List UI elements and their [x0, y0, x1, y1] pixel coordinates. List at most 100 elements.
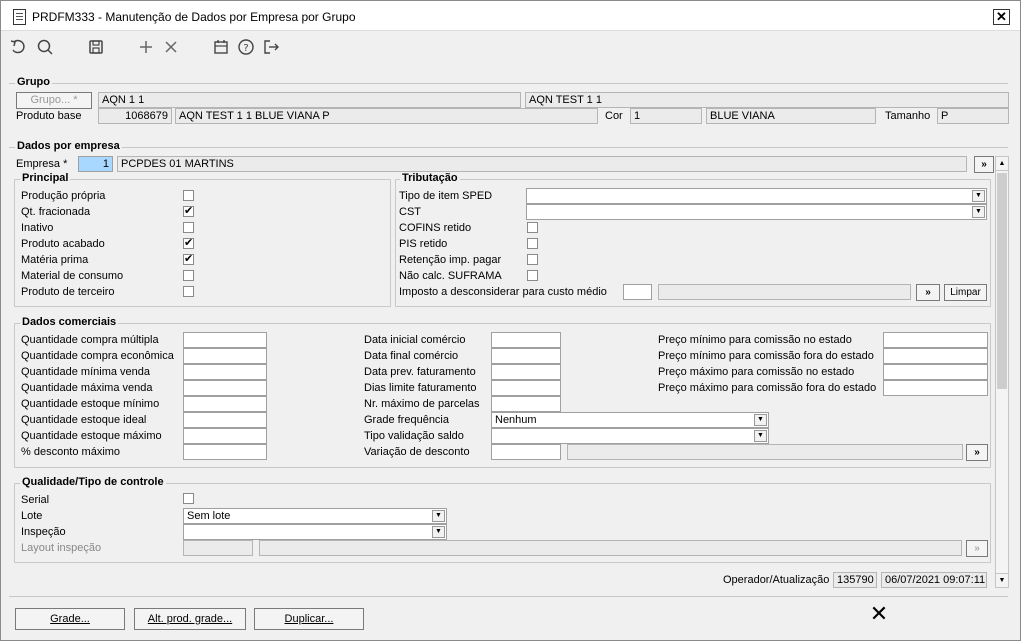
- principal-item-checkbox[interactable]: [183, 286, 194, 297]
- tipo-item-sped-select[interactable]: ▼: [526, 188, 987, 204]
- comerciais-label: Quantidade estoque máximo: [21, 430, 162, 442]
- layout-inspecao-nav-button[interactable]: »: [966, 540, 988, 557]
- cancel-icon[interactable]: ✕: [867, 602, 891, 626]
- empresa-label: Empresa *: [16, 158, 68, 170]
- duplicar-button[interactable]: Duplicar...: [254, 608, 364, 630]
- comerciais-input[interactable]: [183, 380, 267, 396]
- vertical-scrollbar[interactable]: ▲ ▼: [995, 156, 1009, 588]
- grade-button-label: Grade...: [50, 613, 90, 625]
- serial-checkbox[interactable]: [183, 493, 194, 504]
- empresa-nav-button[interactable]: »: [974, 156, 994, 173]
- save-icon[interactable]: [87, 38, 105, 56]
- cor-code-field: 1: [630, 108, 702, 124]
- principal-item-label: Inativo: [21, 222, 54, 234]
- variacao-desconto-desc-field: [567, 444, 963, 460]
- principal-item-label: Produto de terceiro: [21, 286, 115, 298]
- chevron-down-icon[interactable]: ▼: [432, 510, 445, 522]
- comerciais-input[interactable]: [491, 380, 561, 396]
- grade-button[interactable]: Grade...: [15, 608, 125, 630]
- calendar-icon[interactable]: [212, 38, 230, 56]
- tipo-item-sped-label: Tipo de item SPED: [399, 190, 493, 202]
- imposto-desc-field: [658, 284, 911, 300]
- chevron-down-icon[interactable]: ▼: [972, 206, 985, 218]
- comerciais-input[interactable]: [183, 444, 267, 460]
- svg-text:?: ?: [243, 43, 248, 54]
- scroll-down-icon[interactable]: ▼: [996, 573, 1008, 587]
- retencao-checkbox[interactable]: [527, 254, 538, 265]
- principal-item-checkbox[interactable]: [183, 270, 194, 281]
- comerciais-input[interactable]: [491, 396, 561, 412]
- grupo-desc-field: AQN TEST 1 1: [525, 92, 1009, 108]
- title-bar: PRDFM333 - Manutenção de Dados por Empre…: [1, 1, 1020, 31]
- comerciais-input[interactable]: [491, 332, 561, 348]
- delete-icon[interactable]: [162, 38, 180, 56]
- comerciais-input[interactable]: [883, 332, 988, 348]
- principal-item-label: Material de consumo: [21, 270, 124, 282]
- tamanho-field: P: [937, 108, 1009, 124]
- comerciais-input[interactable]: [183, 396, 267, 412]
- pis-retido-checkbox[interactable]: [527, 238, 538, 249]
- principal-item-checkbox[interactable]: [183, 222, 194, 233]
- principal-item-checkbox[interactable]: ✔: [183, 238, 194, 249]
- comerciais-label: Quantidade estoque mínimo: [21, 398, 160, 410]
- undo-icon[interactable]: [9, 38, 27, 56]
- inspecao-label: Inspeção: [21, 526, 66, 538]
- tipo-validacao-select[interactable]: ▼: [491, 428, 769, 444]
- suframa-label: Não calc. SUFRAMA: [399, 270, 502, 282]
- tamanho-label: Tamanho: [885, 110, 931, 122]
- imposto-code-field[interactable]: [623, 284, 652, 300]
- variacao-desconto-code-field[interactable]: [491, 444, 561, 460]
- comerciais-label: Quantidade máxima venda: [21, 382, 153, 394]
- alt-prod-grade-button[interactable]: Alt. prod. grade...: [134, 608, 246, 630]
- cor-desc-field: BLUE VIANA: [706, 108, 876, 124]
- comerciais-label: Grade frequência: [364, 414, 449, 426]
- layout-inspecao-label: Layout inspeção: [21, 542, 102, 554]
- comerciais-input[interactable]: [491, 348, 561, 364]
- grupo-section-title: Grupo: [15, 76, 52, 88]
- comerciais-input[interactable]: [183, 412, 267, 428]
- exit-icon[interactable]: [262, 38, 280, 56]
- produto-base-desc-field: AQN TEST 1 1 BLUE VIANA P: [175, 108, 598, 124]
- scrollbar-thumb[interactable]: [997, 173, 1007, 389]
- grupo-code-field: AQN 1 1: [98, 92, 521, 108]
- cofins-retido-checkbox[interactable]: [527, 222, 538, 233]
- principal-item-label: Produto acabado: [21, 238, 105, 250]
- comerciais-input[interactable]: [883, 348, 988, 364]
- comerciais-label: Preço máximo para comissão fora do estad…: [658, 382, 877, 394]
- principal-item-checkbox[interactable]: [183, 190, 194, 201]
- comerciais-input[interactable]: [183, 332, 267, 348]
- scroll-up-icon[interactable]: ▲: [996, 157, 1008, 171]
- limpar-button[interactable]: Limpar: [944, 284, 987, 301]
- comerciais-label: Preço máximo para comissão no estado: [658, 366, 855, 378]
- comerciais-label: Quantidade estoque ideal: [21, 414, 147, 426]
- comerciais-input[interactable]: [183, 348, 267, 364]
- help-icon[interactable]: ?: [237, 38, 255, 56]
- comerciais-input[interactable]: [183, 364, 267, 380]
- chevron-down-icon[interactable]: ▼: [432, 526, 445, 538]
- cor-label: Cor: [605, 110, 623, 122]
- chevron-down-icon[interactable]: ▼: [754, 414, 767, 426]
- cst-select[interactable]: ▼: [526, 204, 987, 220]
- comerciais-input[interactable]: [491, 364, 561, 380]
- comerciais-label: Tipo validação saldo: [364, 430, 464, 442]
- empresa-code-field[interactable]: 1: [78, 156, 113, 172]
- variacao-nav-button[interactable]: »: [966, 444, 988, 461]
- produto-base-code-field: 1068679: [98, 108, 172, 124]
- chevron-down-icon[interactable]: ▼: [754, 430, 767, 442]
- search-icon[interactable]: [36, 38, 54, 56]
- comerciais-input[interactable]: [883, 380, 988, 396]
- chevron-down-icon[interactable]: ▼: [972, 190, 985, 202]
- suframa-checkbox[interactable]: [527, 270, 538, 281]
- grade-frequencia-select[interactable]: Nenhum ▼: [491, 412, 769, 428]
- lote-select[interactable]: Sem lote ▼: [183, 508, 447, 524]
- principal-item-checkbox[interactable]: ✔: [183, 254, 194, 265]
- inspecao-select[interactable]: ▼: [183, 524, 447, 540]
- add-icon[interactable]: [137, 38, 155, 56]
- principal-item-checkbox[interactable]: ✔: [183, 206, 194, 217]
- principal-item-label: Produção própria: [21, 190, 106, 202]
- comerciais-input[interactable]: [883, 364, 988, 380]
- grupo-button[interactable]: Grupo... *: [16, 92, 92, 109]
- close-window-button[interactable]: ✕: [993, 9, 1010, 25]
- imposto-nav-button[interactable]: »: [916, 284, 940, 301]
- comerciais-input[interactable]: [183, 428, 267, 444]
